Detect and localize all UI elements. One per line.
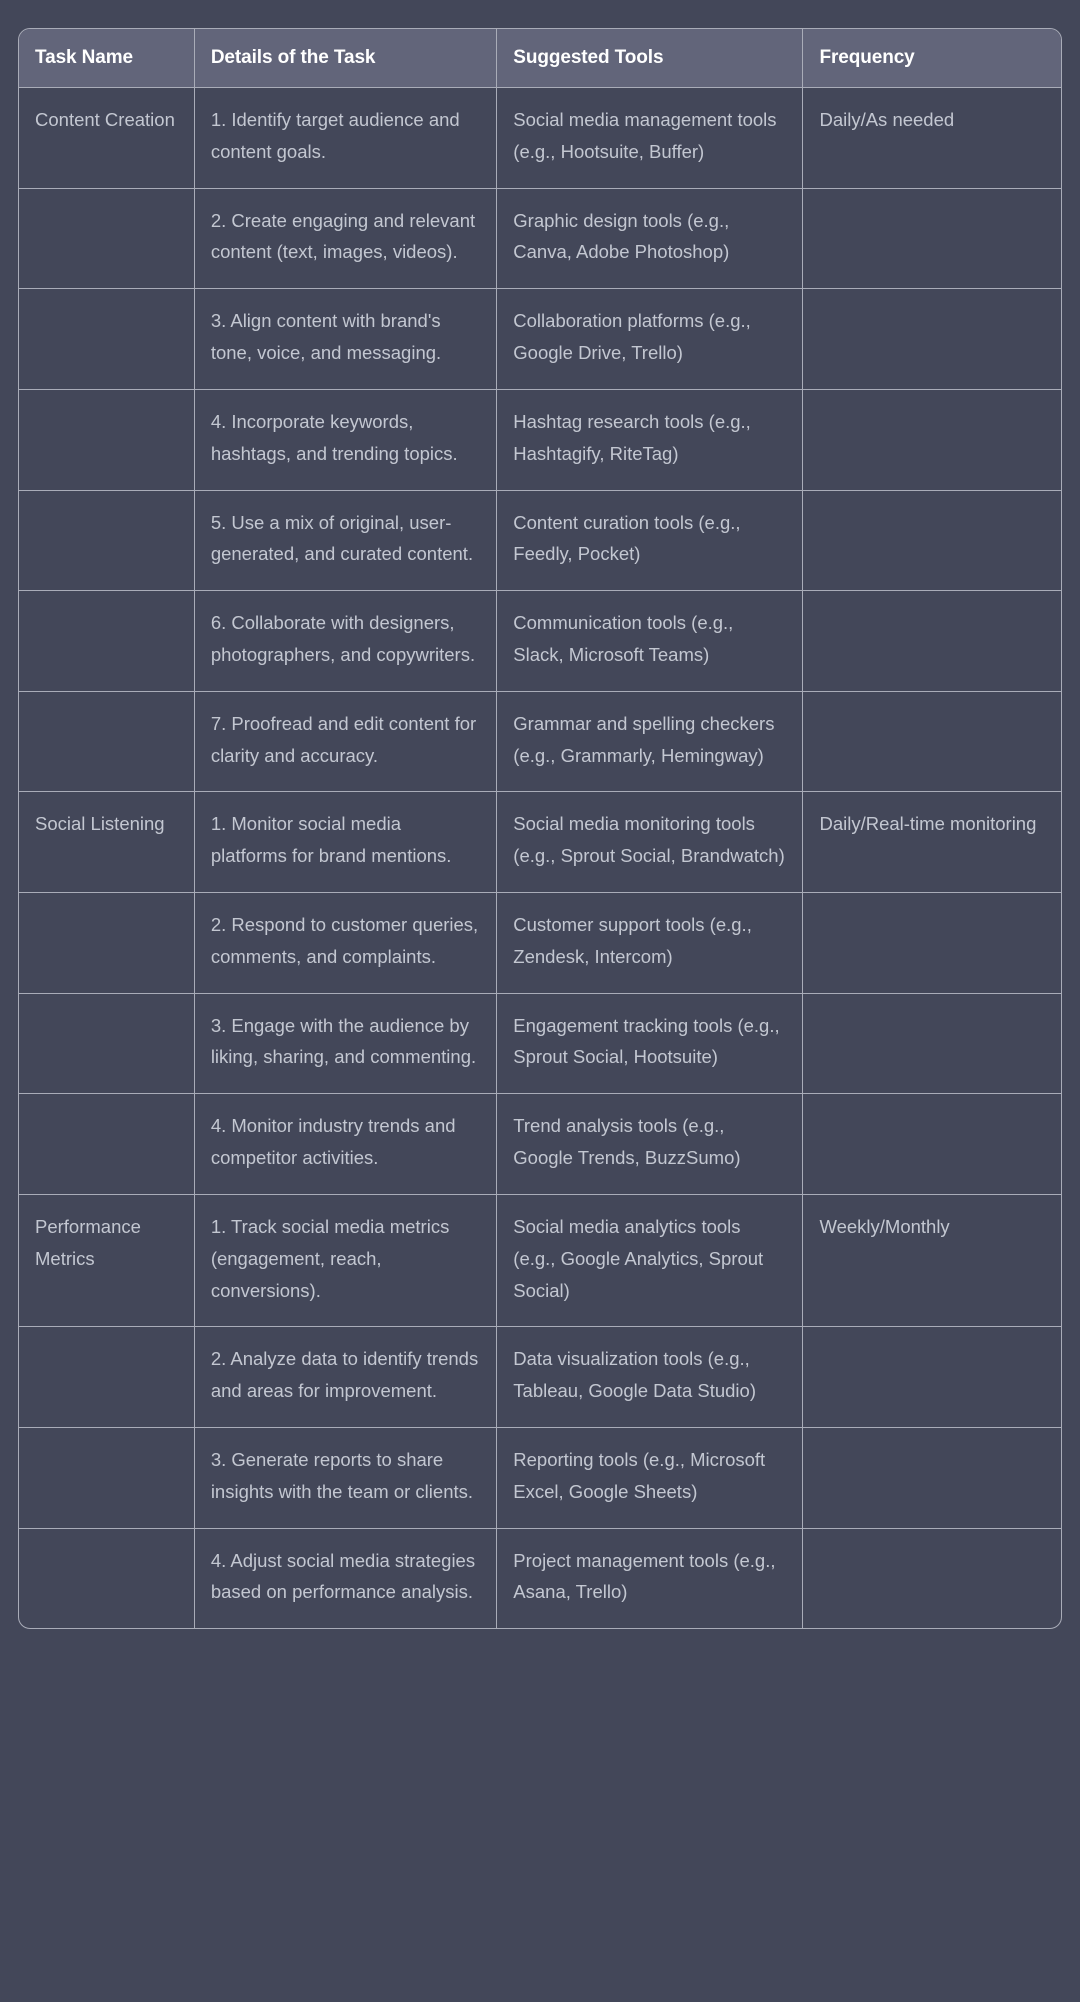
- cell-tools: Social media analytics tools (e.g., Goog…: [496, 1194, 804, 1328]
- cell-task: [19, 288, 195, 390]
- cell-details: 1. Identify target audience and content …: [194, 87, 498, 189]
- cell-task: [19, 490, 195, 592]
- cell-details: 6. Collaborate with designers, photograp…: [194, 590, 498, 692]
- cell-tools: Data visualization tools (e.g., Tableau,…: [496, 1326, 804, 1428]
- cell-task: [19, 691, 195, 793]
- table-row: 4. Incorporate keywords, hashtags, and t…: [19, 389, 1061, 491]
- column-header-details: Details of the Task: [194, 29, 498, 88]
- cell-frequency: Daily/Real-time monitoring: [802, 791, 1061, 893]
- table-row: 3. Engage with the audience by liking, s…: [19, 993, 1061, 1095]
- cell-frequency: [802, 490, 1061, 592]
- table-header: Task Name Details of the Task Suggested …: [19, 29, 1061, 88]
- cell-frequency: [802, 691, 1061, 793]
- social-media-task-table: Task Name Details of the Task Suggested …: [19, 29, 1061, 1629]
- cell-details: 2. Analyze data to identify trends and a…: [194, 1326, 498, 1428]
- cell-frequency: [802, 1093, 1061, 1195]
- cell-details: 1. Track social media metrics (engagemen…: [194, 1194, 498, 1328]
- cell-details: 4. Incorporate keywords, hashtags, and t…: [194, 389, 498, 491]
- cell-details: 1. Monitor social media platforms for br…: [194, 791, 498, 893]
- cell-tools: Customer support tools (e.g., Zendesk, I…: [496, 892, 804, 994]
- cell-task: [19, 590, 195, 692]
- column-header-suggested-tools: Suggested Tools: [496, 29, 804, 88]
- cell-task: [19, 188, 195, 290]
- table-row: Performance Metrics 1. Track social media…: [19, 1194, 1061, 1328]
- table-row: Content Creation 1. Identify target audie…: [19, 87, 1061, 189]
- cell-tools: Hashtag research tools (e.g., Hashtagify…: [496, 389, 804, 491]
- cell-frequency: [802, 188, 1061, 290]
- table-row: 6. Collaborate with designers, photograp…: [19, 590, 1061, 692]
- table-row: 4. Adjust social media strategies based …: [19, 1528, 1061, 1629]
- cell-tools: Communication tools (e.g., Slack, Micros…: [496, 590, 804, 692]
- cell-frequency: [802, 892, 1061, 994]
- cell-tools: Project management tools (e.g., Asana, T…: [496, 1528, 804, 1629]
- cell-task: Content Creation: [19, 87, 195, 189]
- cell-frequency: [802, 389, 1061, 491]
- cell-frequency: [802, 1326, 1061, 1428]
- table-row: 2. Respond to customer queries, comments…: [19, 892, 1061, 994]
- column-header-frequency: Frequency: [802, 29, 1061, 88]
- cell-tools: Graphic design tools (e.g., Canva, Adobe…: [496, 188, 804, 290]
- cell-details: 7. Proofread and edit content for clarit…: [194, 691, 498, 793]
- table-row: 3. Align content with brand's tone, voic…: [19, 288, 1061, 390]
- cell-tools: Reporting tools (e.g., Microsoft Excel, …: [496, 1427, 804, 1529]
- table-row: Social Listening 1. Monitor social media …: [19, 791, 1061, 893]
- cell-task: [19, 1326, 195, 1428]
- cell-details: 3. Engage with the audience by liking, s…: [194, 993, 498, 1095]
- column-header-task-name: Task Name: [19, 29, 195, 88]
- cell-task: [19, 1427, 195, 1529]
- table-row: 4. Monitor industry trends and competito…: [19, 1093, 1061, 1195]
- cell-tools: Social media monitoring tools (e.g., Spr…: [496, 791, 804, 893]
- table-row: 2. Analyze data to identify trends and a…: [19, 1326, 1061, 1428]
- cell-tools: Trend analysis tools (e.g., Google Trend…: [496, 1093, 804, 1195]
- cell-details: 4. Adjust social media strategies based …: [194, 1528, 498, 1629]
- task-table-container: Task Name Details of the Task Suggested …: [18, 28, 1062, 1630]
- cell-frequency: [802, 1427, 1061, 1529]
- cell-frequency: [802, 590, 1061, 692]
- table-row: 7. Proofread and edit content for clarit…: [19, 691, 1061, 793]
- cell-task: [19, 1093, 195, 1195]
- cell-details: 3. Align content with brand's tone, voic…: [194, 288, 498, 390]
- cell-task: Performance Metrics: [19, 1194, 195, 1328]
- table-header-row: Task Name Details of the Task Suggested …: [19, 29, 1061, 88]
- cell-tools: Engagement tracking tools (e.g., Sprout …: [496, 993, 804, 1095]
- cell-details: 3. Generate reports to share insights wi…: [194, 1427, 498, 1529]
- cell-details: 4. Monitor industry trends and competito…: [194, 1093, 498, 1195]
- cell-frequency: [802, 288, 1061, 390]
- table-row: 2. Create engaging and relevant content …: [19, 188, 1061, 290]
- table-row: 3. Generate reports to share insights wi…: [19, 1427, 1061, 1529]
- cell-details: 5. Use a mix of original, user-generated…: [194, 490, 498, 592]
- cell-frequency: [802, 993, 1061, 1095]
- table-body: Content Creation 1. Identify target audie…: [19, 87, 1061, 1629]
- cell-tools: Grammar and spelling checkers (e.g., Gra…: [496, 691, 804, 793]
- cell-task: [19, 389, 195, 491]
- cell-tools: Content curation tools (e.g., Feedly, Po…: [496, 490, 804, 592]
- cell-details: 2. Respond to customer queries, comments…: [194, 892, 498, 994]
- cell-frequency: [803, 1528, 1061, 1628]
- cell-details: 2. Create engaging and relevant content …: [194, 188, 498, 290]
- page-container: Task Name Details of the Task Suggested …: [0, 0, 1080, 2002]
- cell-task: [19, 1528, 195, 1629]
- cell-frequency: Daily/As needed: [802, 87, 1061, 189]
- cell-task: [19, 892, 195, 994]
- cell-task: Social Listening: [19, 791, 195, 893]
- table-row: 5. Use a mix of original, user-generated…: [19, 490, 1061, 592]
- cell-tools: Social media management tools (e.g., Hoo…: [496, 87, 804, 189]
- cell-frequency: Weekly/Monthly: [802, 1194, 1061, 1328]
- cell-task: [19, 993, 195, 1095]
- cell-tools: Collaboration platforms (e.g., Google Dr…: [496, 288, 804, 390]
